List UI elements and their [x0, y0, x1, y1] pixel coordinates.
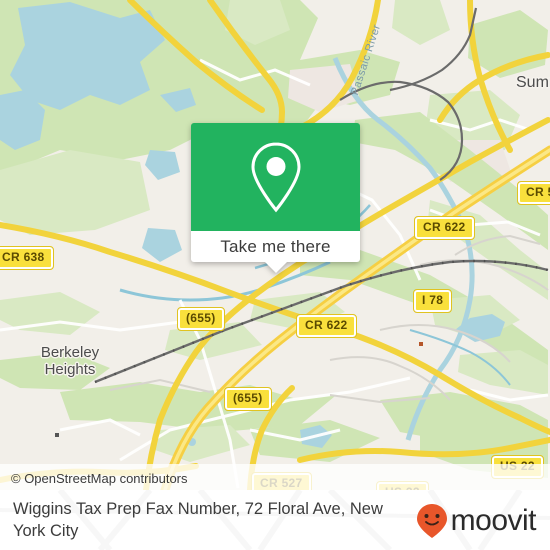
route-shield-cr-622-east[interactable]: CR 622 — [414, 216, 475, 240]
place-label-berkeley-heights: Berkeley Heights — [18, 344, 122, 378]
footer-bar: Wiggins Tax Prep Fax Number, 72 Floral A… — [0, 490, 550, 550]
place-label-line1: Berkeley — [40, 344, 100, 361]
route-shield-655-south[interactable]: (655) — [224, 387, 272, 411]
route-shield-cr-622-west[interactable]: CR 622 — [296, 314, 357, 338]
place-label-summit: Summ — [516, 74, 550, 91]
callout-image-area — [191, 123, 360, 231]
moovit-logo[interactable]: moovit — [416, 504, 537, 538]
route-shield-cr-52[interactable]: CR 52 — [517, 181, 550, 205]
map-canvas[interactable]: Passaic River Berkeley Heights Summ CR 6… — [0, 0, 550, 490]
route-shield-655-north[interactable]: (655) — [177, 307, 225, 331]
place-label-line2: Heights — [44, 361, 96, 378]
attribution-text[interactable]: © OpenStreetMap contributors — [11, 471, 188, 486]
map-pin-icon — [250, 142, 301, 213]
take-me-there-label: Take me there — [220, 236, 331, 256]
location-callout-card[interactable]: Take me there — [191, 123, 360, 273]
map-screenshot: Passaic River Berkeley Heights Summ CR 6… — [0, 0, 550, 550]
moovit-pin-icon — [416, 504, 447, 538]
route-shield-cr-638[interactable]: CR 638 — [0, 246, 54, 270]
callout-tail — [264, 262, 287, 273]
moovit-wordmark: moovit — [450, 504, 537, 537]
route-shield-i-78[interactable]: I 78 — [412, 289, 453, 313]
callout-action-area[interactable]: Take me there — [191, 231, 360, 262]
page-title: Wiggins Tax Prep Fax Number, 72 Floral A… — [13, 500, 383, 540]
